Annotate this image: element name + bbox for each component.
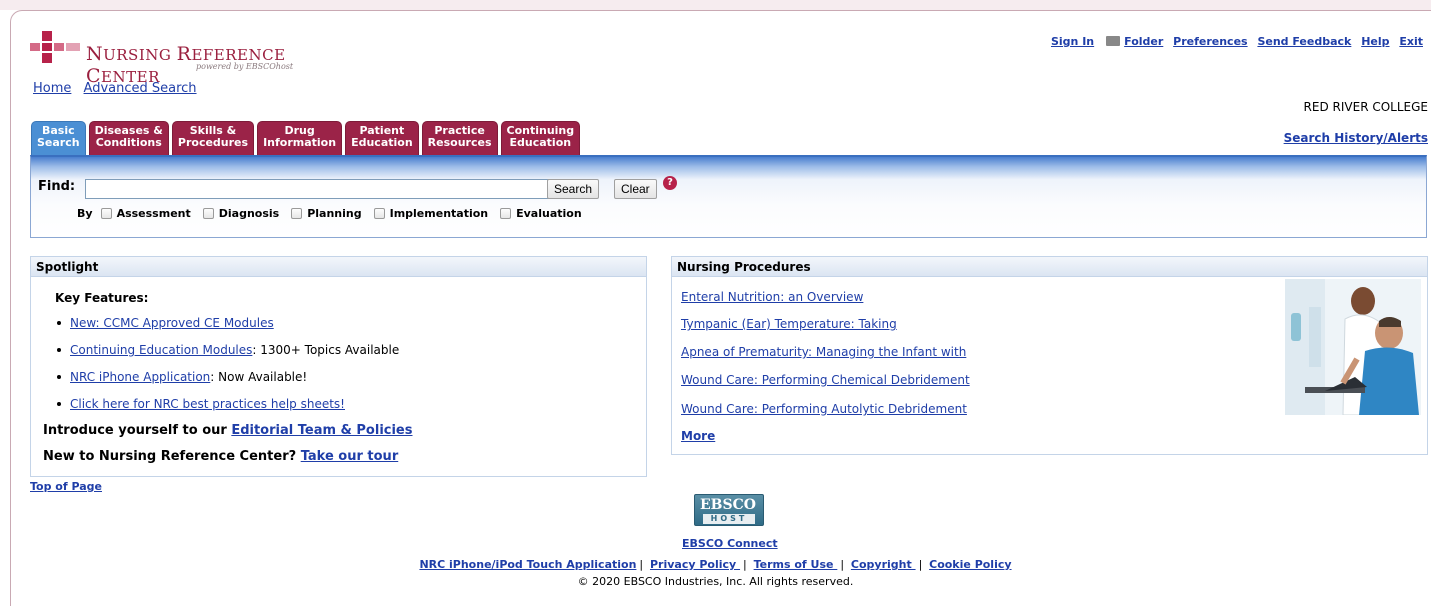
terms-of-use-link[interactable]: Terms of Use	[754, 558, 838, 571]
option-implementation[interactable]: Implementation	[373, 207, 488, 220]
list-item: Wound Care: Performing Autolytic Debride…	[681, 402, 967, 416]
tab-basic-search[interactable]: Basic Search	[31, 121, 86, 155]
list-item: Tympanic (Ear) Temperature: Taking	[681, 317, 897, 331]
editorial-intro: Introduce yourself to our Editorial Team…	[43, 423, 413, 438]
top-of-page: Top of Page	[30, 480, 102, 493]
spotlight-panel: Spotlight Key Features: New: CCMC Approv…	[30, 256, 647, 477]
tab-diseases-conditions[interactable]: Diseases & Conditions	[88, 121, 169, 155]
procedures-panel: Nursing Procedures Enteral Nutrition: an…	[671, 256, 1428, 455]
search-by-options: By Assessment Diagnosis Planning Impleme…	[77, 207, 594, 220]
folder-link[interactable]: Folder	[1124, 35, 1163, 48]
more-procedures: More	[681, 429, 715, 443]
procedure-link[interactable]: Tympanic (Ear) Temperature: Taking	[681, 317, 897, 331]
help-link[interactable]: Help	[1361, 35, 1389, 48]
logo-cross-left	[30, 43, 40, 51]
cookie-policy-link[interactable]: Cookie Policy	[929, 558, 1011, 571]
editorial-team-link[interactable]: Editorial Team & Policies	[231, 423, 412, 438]
key-features-heading: Key Features:	[55, 291, 149, 305]
logo-cross-right2	[66, 43, 80, 51]
brand-logo[interactable]: NURSING REFERENCE CENTER powered by EBSC…	[30, 31, 330, 87]
procedure-link[interactable]: Enteral Nutrition: an Overview	[681, 290, 863, 304]
footer-iphone-link[interactable]: NRC iPhone/iPod Touch Application	[419, 558, 636, 571]
ccmc-modules-link[interactable]: New: CCMC Approved CE Modules	[70, 316, 274, 330]
take-tour-link[interactable]: Take our tour	[301, 449, 399, 464]
search-history: Search History/Alerts	[1284, 131, 1428, 145]
list-item: Apnea of Prematurity: Managing the Infan…	[681, 345, 966, 359]
assessment-checkbox[interactable]	[100, 208, 112, 219]
help-icon[interactable]: ?	[663, 176, 677, 190]
procedure-link[interactable]: Wound Care: Performing Autolytic Debride…	[681, 402, 967, 416]
search-bar: Find: Search Clear ? By Assessment Diagn…	[30, 155, 1427, 238]
send-feedback-link[interactable]: Send Feedback	[1257, 35, 1351, 48]
option-evaluation[interactable]: Evaluation	[500, 207, 582, 220]
more-link[interactable]: More	[681, 429, 715, 443]
option-diagnosis[interactable]: Diagnosis	[202, 207, 279, 220]
search-input[interactable]	[85, 179, 576, 199]
exit-link[interactable]: Exit	[1399, 35, 1423, 48]
evaluation-checkbox[interactable]	[500, 208, 512, 219]
clear-button[interactable]: Clear	[614, 179, 657, 199]
logo-cross-center	[42, 43, 52, 51]
logo-cross-right	[54, 43, 64, 51]
ce-modules-link[interactable]: Continuing Education Modules	[70, 343, 252, 357]
best-practices-link[interactable]: Click here for NRC best practices help s…	[70, 397, 345, 411]
bullet-icon	[57, 402, 61, 406]
top-band	[0, 0, 1431, 10]
logo-cross-bottom	[42, 53, 52, 63]
tab-bar: Basic Search Diseases & Conditions Skills …	[31, 121, 583, 155]
top-links: Sign In Folder Preferences Send Feedback …	[1045, 35, 1423, 48]
diagnosis-checkbox[interactable]	[202, 208, 214, 219]
privacy-policy-link[interactable]: Privacy Policy	[650, 558, 740, 571]
iphone-app-link[interactable]: NRC iPhone Application	[70, 370, 210, 384]
top-of-page-link[interactable]: Top of Page	[30, 480, 102, 493]
tab-patient-education[interactable]: Patient Education	[345, 121, 419, 155]
implementation-checkbox[interactable]	[373, 208, 385, 219]
option-assessment[interactable]: Assessment	[100, 207, 191, 220]
tab-practice-resources[interactable]: Practice Resources	[421, 121, 498, 155]
footer-links: NRC iPhone/iPod Touch Application | Priva…	[419, 558, 1012, 571]
tab-drug-information[interactable]: Drug Information	[257, 121, 343, 155]
home-link[interactable]: Home	[33, 81, 71, 96]
bullet-icon	[57, 321, 61, 325]
copyright-link[interactable]: Copyright	[851, 558, 916, 571]
ebsco-host-logo[interactable]: EBSCO HOST	[694, 494, 764, 526]
planning-checkbox[interactable]	[291, 208, 303, 219]
procedures-title: Nursing Procedures	[672, 257, 1427, 277]
list-item: Continuing Education Modules: 1300+ Topi…	[57, 343, 399, 357]
copyright-notice: © 2020 EBSCO Industries, Inc. All rights…	[577, 575, 854, 588]
ebsco-connect-link[interactable]: EBSCO Connect	[682, 537, 778, 550]
list-item: NRC iPhone Application: Now Available!	[57, 370, 307, 384]
option-planning[interactable]: Planning	[291, 207, 362, 220]
tab-skills-procedures[interactable]: Skills & Procedures	[171, 121, 255, 155]
procedure-link[interactable]: Wound Care: Performing Chemical Debridem…	[681, 373, 970, 387]
spotlight-title: Spotlight	[31, 257, 646, 277]
home-links: Home Advanced Search	[33, 81, 205, 96]
nurse-photo	[1285, 279, 1421, 415]
list-item: Wound Care: Performing Chemical Debridem…	[681, 373, 970, 387]
bullet-icon	[57, 348, 61, 352]
advanced-search-link[interactable]: Advanced Search	[84, 81, 197, 96]
ebsco-connect: EBSCO Connect	[682, 537, 778, 550]
tour-intro: New to Nursing Reference Center? Take ou…	[43, 449, 399, 464]
powered-by: powered by EBSCOhost	[196, 62, 294, 71]
list-item: Click here for NRC best practices help s…	[57, 397, 345, 411]
search-history-link[interactable]: Search History/Alerts	[1284, 131, 1428, 145]
find-label: Find:	[38, 179, 76, 194]
folder-icon[interactable]	[1106, 36, 1121, 46]
sign-in-link[interactable]: Sign In	[1051, 35, 1094, 48]
procedure-link[interactable]: Apnea of Prematurity: Managing the Infan…	[681, 345, 966, 359]
logo-cross-top	[42, 31, 52, 41]
tab-continuing-education[interactable]: Continuing Education	[500, 121, 581, 155]
bullet-icon	[57, 375, 61, 379]
preferences-link[interactable]: Preferences	[1173, 35, 1247, 48]
list-item: New: CCMC Approved CE Modules	[57, 316, 274, 330]
list-item: Enteral Nutrition: an Overview	[681, 290, 863, 304]
institution-name: RED RIVER COLLEGE	[1303, 100, 1428, 114]
search-button[interactable]: Search	[547, 179, 600, 199]
by-label: By	[77, 207, 93, 220]
